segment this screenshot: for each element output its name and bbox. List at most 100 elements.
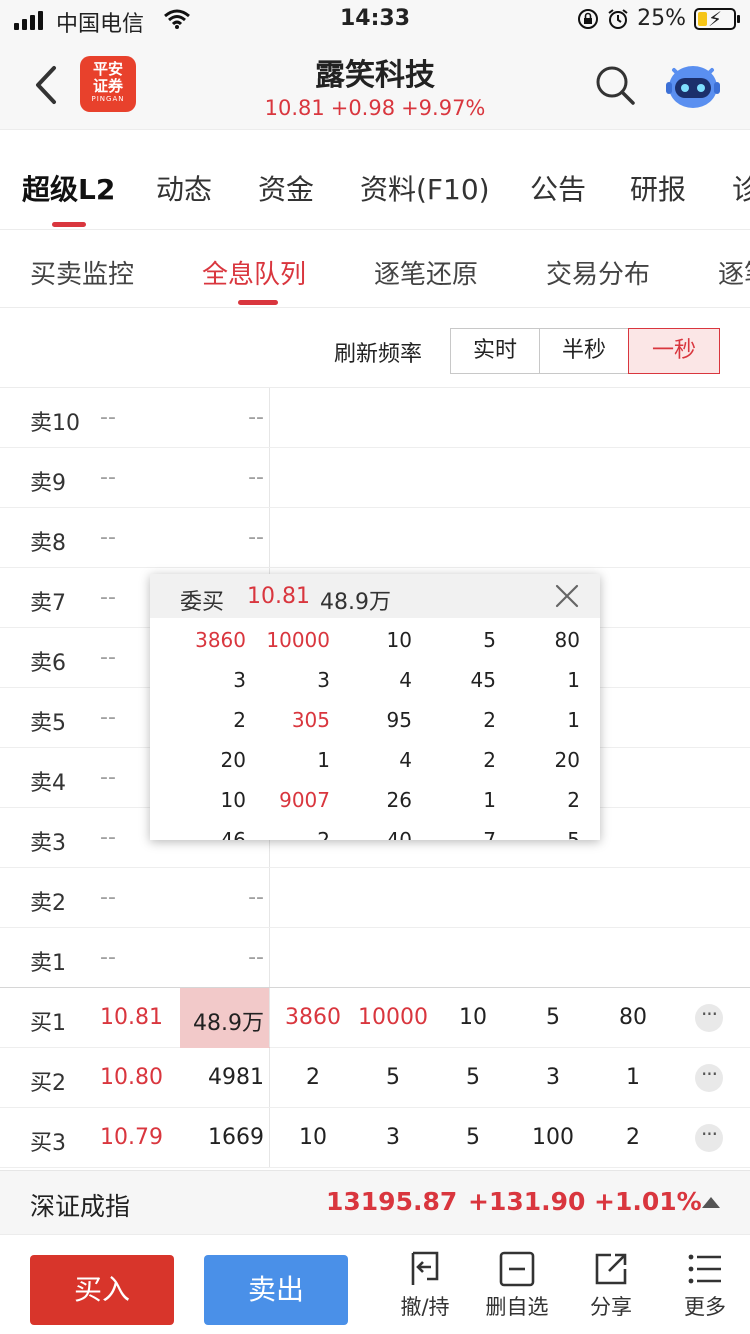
queue-cell: 10000 bbox=[358, 1005, 428, 1030]
search-icon[interactable] bbox=[594, 64, 636, 106]
expand-up-icon[interactable] bbox=[702, 1197, 720, 1208]
share-icon bbox=[595, 1253, 627, 1285]
popup-queue-cell: 1 bbox=[317, 748, 330, 772]
popup-queue-cell: 305 bbox=[291, 708, 330, 732]
queue-cell: 100 bbox=[532, 1125, 574, 1150]
more-dots-icon[interactable]: ··· bbox=[695, 1064, 723, 1092]
queue-cell: 5 bbox=[386, 1065, 400, 1090]
queue-cell: 5 bbox=[546, 1005, 560, 1030]
index-ticker[interactable]: 深证成指 13195.87 +131.90 +1.01% bbox=[0, 1170, 750, 1234]
stock-quote: 10.81 +0.98 +9.97% bbox=[0, 96, 750, 120]
popup-price: 10.81 bbox=[247, 584, 310, 609]
tab-funds[interactable]: 资金 bbox=[258, 168, 314, 208]
remove-watchlist-button[interactable]: 删自选 bbox=[472, 1249, 562, 1321]
queue-cell: 2 bbox=[306, 1065, 320, 1090]
popup-queue-cell: 1 bbox=[483, 788, 496, 812]
remove-watchlist-icon bbox=[499, 1251, 535, 1287]
buy-row[interactable]: 买3 10.79 1669 10 3 5 100 2 ··· bbox=[0, 1108, 750, 1168]
sell-button[interactable]: 卖出 bbox=[204, 1255, 348, 1325]
popup-queue-cell: 7 bbox=[483, 828, 496, 840]
subtab-trade-monitor[interactable]: 买卖监控 bbox=[30, 254, 134, 291]
subtab-full-queue[interactable]: 全息队列 bbox=[202, 254, 306, 291]
tab-research[interactable]: 研报 bbox=[630, 168, 686, 208]
queue-cell: 1 bbox=[626, 1065, 640, 1090]
more-dots-icon[interactable]: ··· bbox=[695, 1004, 723, 1032]
popup-queue-cell: 4 bbox=[399, 668, 412, 692]
more-dots-icon[interactable]: ··· bbox=[695, 1124, 723, 1152]
popup-queue-cell: 95 bbox=[386, 708, 412, 732]
battery-percent: 25% bbox=[637, 6, 686, 31]
refresh-option-one-second[interactable]: 一秒 bbox=[628, 328, 720, 374]
main-tab-bar: 超级L2 动态 资金 资料(F10) 公告 研报 诊 bbox=[0, 140, 750, 230]
tab-diagnosis[interactable]: 诊 bbox=[732, 168, 750, 208]
popup-header: 委买 10.81 48.9万 bbox=[150, 574, 600, 618]
index-change-pct: +1.01% bbox=[594, 1187, 702, 1216]
refresh-option-half-second[interactable]: 半秒 bbox=[539, 328, 629, 374]
queue-cell: 5 bbox=[466, 1065, 480, 1090]
queue-cell: 3 bbox=[546, 1065, 560, 1090]
main-tab-indicator bbox=[52, 222, 86, 227]
tab-dynamics[interactable]: 动态 bbox=[156, 168, 212, 208]
alarm-icon bbox=[608, 8, 628, 29]
buy-button[interactable]: 买入 bbox=[30, 1255, 174, 1325]
popup-queue-cell: 10 bbox=[220, 788, 246, 812]
popup-queue-cell: 40 bbox=[386, 828, 412, 840]
popup-queue-cell: 3 bbox=[233, 668, 246, 692]
index-value: 13195.87 bbox=[326, 1187, 458, 1216]
queue-cell: 10 bbox=[459, 1005, 487, 1030]
cancel-hold-button[interactable]: 撤/持 bbox=[380, 1249, 470, 1321]
sub-tab-indicator bbox=[238, 300, 278, 305]
subtab-trade-distribution[interactable]: 交易分布 bbox=[546, 254, 650, 291]
popup-queue-cell: 80 bbox=[554, 628, 580, 652]
popup-queue-cell: 9007 bbox=[279, 788, 330, 812]
popup-volume: 48.9万 bbox=[320, 590, 391, 615]
orientation-lock-icon bbox=[578, 8, 599, 29]
popup-queue-cell: 10 bbox=[386, 628, 412, 652]
cancel-hold-icon bbox=[411, 1251, 439, 1285]
share-button[interactable]: 分享 bbox=[566, 1249, 656, 1321]
sell-row: 卖2 -- -- bbox=[0, 868, 750, 928]
more-button[interactable]: 更多 bbox=[660, 1249, 750, 1321]
nav-bar: 平安 证券 PINGAN 露笑科技 10.81 +0.98 +9.97% bbox=[0, 40, 750, 130]
popup-queue-cell: 3860 bbox=[195, 628, 246, 652]
tab-announcements[interactable]: 公告 bbox=[530, 168, 586, 208]
subtab-tick[interactable]: 逐笔 bbox=[718, 254, 750, 291]
queue-cell: 5 bbox=[466, 1125, 480, 1150]
buy-row[interactable]: 买1 10.81 48.9万 3860 10000 10 5 80 ··· bbox=[0, 988, 750, 1048]
buy-row[interactable]: 买2 10.80 4981 2 5 5 3 1 ··· bbox=[0, 1048, 750, 1108]
popup-queue-cell: 2 bbox=[317, 828, 330, 840]
queue-cell: 3 bbox=[386, 1125, 400, 1150]
robot-assistant-icon[interactable] bbox=[664, 56, 722, 114]
close-icon[interactable] bbox=[554, 583, 580, 609]
stock-price: 10.81 bbox=[264, 96, 325, 120]
popup-queue-cell: 46 bbox=[220, 828, 246, 840]
sub-tab-bar: 买卖监控 全息队列 逐笔还原 交易分布 逐笔 bbox=[0, 230, 750, 308]
refresh-rate-bar: 刷新频率 实时 半秒 一秒 bbox=[0, 308, 750, 388]
queue-cell: 10 bbox=[299, 1125, 327, 1150]
popup-queue-cell: 20 bbox=[554, 748, 580, 772]
stock-change-pct: +9.97% bbox=[401, 96, 486, 120]
queue-cell: 2 bbox=[626, 1125, 640, 1150]
bid-queue-popup: 委买 10.81 48.9万 3860 10000 10 5 80 3 3 4 45 1 2 305 9… bbox=[150, 574, 600, 840]
popup-queue-cell: 10000 bbox=[266, 628, 330, 652]
popup-queue-cell: 2 bbox=[233, 708, 246, 732]
popup-queue-cell: 26 bbox=[386, 788, 412, 812]
popup-queue-cell: 5 bbox=[483, 628, 496, 652]
sell-row: 卖10 -- -- bbox=[0, 388, 750, 448]
tab-f10[interactable]: 资料(F10) bbox=[360, 168, 490, 208]
queue-cell: 3860 bbox=[285, 1005, 341, 1030]
bottom-action-bar: 买入 卖出 撤/持 删自选 分享 更多 bbox=[0, 1234, 750, 1334]
stock-name: 露笑科技 bbox=[315, 58, 435, 93]
index-name: 深证成指 bbox=[30, 1192, 131, 1221]
popup-queue-cell: 20 bbox=[220, 748, 246, 772]
tab-super-l2[interactable]: 超级L2 bbox=[22, 168, 115, 208]
status-bar: 中国电信 14:33 25% ⚡ bbox=[0, 0, 750, 40]
popup-queue-cell: 1 bbox=[567, 668, 580, 692]
refresh-option-realtime[interactable]: 实时 bbox=[450, 328, 540, 374]
subtab-tick-restore[interactable]: 逐笔还原 bbox=[374, 254, 478, 291]
popup-queue-cell: 2 bbox=[567, 788, 580, 812]
refresh-label: 刷新频率 bbox=[334, 342, 423, 367]
popup-queue-cell: 2 bbox=[483, 708, 496, 732]
popup-queue-cell: 2 bbox=[483, 748, 496, 772]
battery-icon: ⚡ bbox=[694, 7, 740, 31]
